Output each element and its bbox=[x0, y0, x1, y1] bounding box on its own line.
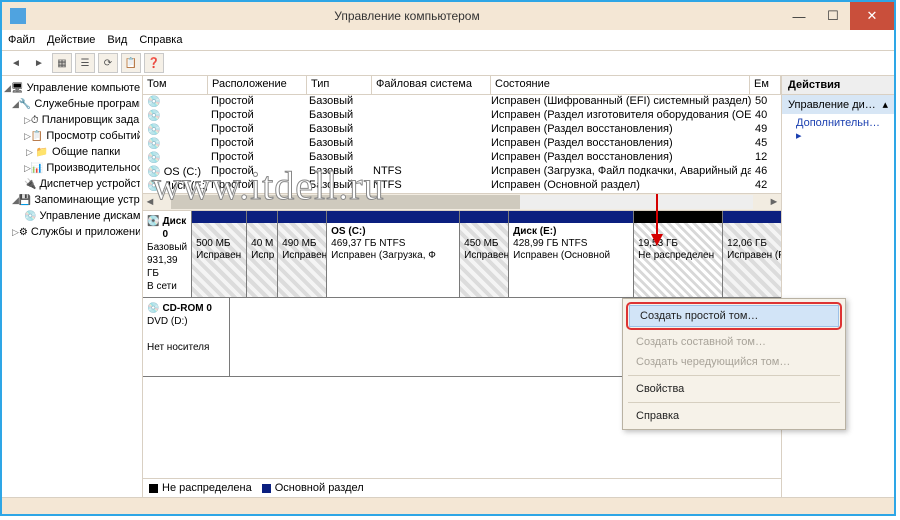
col-layout[interactable]: Расположение bbox=[208, 76, 307, 94]
tree-device-manager[interactable]: 🔌Диспетчер устройств bbox=[4, 176, 140, 192]
tree-system-tools[interactable]: ◢🔧Служебные программы bbox=[4, 96, 140, 112]
toolbar-btn-1[interactable]: ▦ bbox=[52, 53, 72, 73]
partition-disk-e[interactable]: Диск (E:)428,99 ГБ NTFSИсправен (Основно… bbox=[509, 211, 634, 297]
col-status[interactable]: Состояние bbox=[491, 76, 750, 94]
tree-storage[interactable]: ◢💾Запоминающие устройст bbox=[4, 192, 140, 208]
ctx-separator bbox=[628, 402, 840, 403]
volume-row[interactable]: 💿 ПростойБазовыйИсправен (Шифрованный (E… bbox=[143, 95, 781, 109]
actions-header: Действия bbox=[782, 76, 894, 95]
minimize-button[interactable]: — bbox=[782, 2, 816, 30]
ctx-create-striped-volume: Создать чередующийся том… bbox=[626, 352, 842, 372]
tree-services-apps[interactable]: ▷⚙Службы и приложения bbox=[4, 224, 140, 240]
ctx-create-simple-volume[interactable]: Создать простой том… bbox=[629, 305, 839, 327]
cdrom-label[interactable]: 💿CD-ROM 0 DVD (D:) Нет носителя bbox=[143, 298, 230, 376]
ctx-separator bbox=[628, 375, 840, 376]
tree-shared-folders[interactable]: ▷📁Общие папки bbox=[4, 144, 140, 160]
toolbar: ◄ ► ▦ ☰ ⟳ 📋 ❓ bbox=[2, 51, 894, 76]
expand-icon: ▴ bbox=[882, 98, 888, 111]
volume-row[interactable]: 💿 ПростойБазовыйИсправен (Раздел изготов… bbox=[143, 109, 781, 123]
legend-primary-label: Основной раздел bbox=[275, 482, 364, 494]
volume-grid-body: 💿 ПростойБазовыйИсправен (Шифрованный (E… bbox=[143, 95, 781, 193]
refresh-button[interactable]: ⟳ bbox=[98, 53, 118, 73]
window-title: Управление компьютером bbox=[32, 9, 782, 23]
col-type[interactable]: Тип bbox=[307, 76, 372, 94]
cdrom-icon: 💿 bbox=[147, 302, 159, 315]
legend-primary-swatch bbox=[262, 484, 271, 493]
ctx-create-spanned-volume: Создать составной том… bbox=[626, 332, 842, 352]
actions-pane: Действия Управление ди…▴ Дополнительн… ▸ bbox=[782, 76, 894, 497]
menubar: Файл Действие Вид Справка bbox=[2, 30, 894, 51]
volume-row[interactable]: 💿 Диск (E:)ПростойБазовыйNTFSИсправен (О… bbox=[143, 179, 781, 193]
ctx-help[interactable]: Справка bbox=[626, 406, 842, 426]
titlebar: Управление компьютером — ☐ ✕ bbox=[2, 2, 894, 30]
tree-task-scheduler[interactable]: ▷⏱Планировщик заданий bbox=[4, 112, 140, 128]
partition-unallocated[interactable]: 19,53 ГБНе распределен bbox=[634, 211, 723, 297]
legend: Не распределена Основной раздел bbox=[143, 478, 781, 497]
forward-button[interactable]: ► bbox=[29, 53, 49, 73]
nav-tree: ◢🖥Управление компьютером ( ◢🔧Служебные п… bbox=[2, 76, 143, 497]
volume-row[interactable]: 💿 ПростойБазовыйИсправен (Раздел восстан… bbox=[143, 137, 781, 151]
volume-grid-header: Том Расположение Тип Файловая система Со… bbox=[143, 76, 781, 95]
toolbar-btn-2[interactable]: ☰ bbox=[75, 53, 95, 73]
toolbar-btn-4[interactable]: ❓ bbox=[144, 53, 164, 73]
disk-icon: 💽 bbox=[147, 215, 159, 241]
volume-row[interactable]: 💿 ПростойБазовыйИсправен (Раздел восстан… bbox=[143, 151, 781, 165]
back-button[interactable]: ◄ bbox=[6, 53, 26, 73]
tree-event-viewer[interactable]: ▷📋Просмотр событий bbox=[4, 128, 140, 144]
col-fs[interactable]: Файловая система bbox=[372, 76, 491, 94]
partition-2[interactable]: 40 МИспр bbox=[247, 211, 278, 297]
statusbar bbox=[2, 497, 894, 514]
menu-view[interactable]: Вид bbox=[107, 34, 127, 46]
partition-5[interactable]: 450 МБИсправен bbox=[460, 211, 509, 297]
maximize-button[interactable]: ☐ bbox=[816, 2, 850, 30]
grid-hscrollbar[interactable]: ◄► bbox=[143, 193, 781, 210]
disk-0-row: 💽Диск 0 Базовый 931,39 ГБ В сети 500 МБИ… bbox=[143, 211, 781, 298]
actions-disk-mgmt-link[interactable]: Управление ди…▴ bbox=[782, 95, 894, 114]
tree-performance[interactable]: ▷📊Производительность bbox=[4, 160, 140, 176]
app-icon bbox=[10, 8, 26, 24]
ctx-properties[interactable]: Свойства bbox=[626, 379, 842, 399]
partition-os-c[interactable]: OS (C:)469,37 ГБ NTFSИсправен (Загрузка,… bbox=[327, 211, 460, 297]
menu-help[interactable]: Справка bbox=[139, 34, 182, 46]
tree-disk-management[interactable]: 💿Управление дисками bbox=[4, 208, 140, 224]
legend-unalloc-swatch bbox=[149, 484, 158, 493]
actions-more-link[interactable]: Дополнительн… ▸ bbox=[782, 114, 894, 145]
toolbar-btn-3[interactable]: 📋 bbox=[121, 53, 141, 73]
volume-row[interactable]: 💿 OS (C:)ПростойБазовыйNTFSИсправен (Заг… bbox=[143, 165, 781, 179]
partition-3[interactable]: 490 МБИсправен bbox=[278, 211, 327, 297]
menu-action[interactable]: Действие bbox=[47, 34, 95, 46]
volume-row[interactable]: 💿 ПростойБазовыйИсправен (Раздел восстан… bbox=[143, 123, 781, 137]
close-button[interactable]: ✕ bbox=[850, 2, 894, 30]
tree-root[interactable]: ◢🖥Управление компьютером ( bbox=[4, 80, 140, 96]
context-menu: Создать простой том… Создать составной т… bbox=[622, 298, 846, 430]
legend-unalloc-label: Не распределена bbox=[162, 482, 252, 494]
menu-file[interactable]: Файл bbox=[8, 34, 35, 46]
col-volume[interactable]: Том bbox=[143, 76, 208, 94]
col-capacity[interactable]: Ем bbox=[750, 76, 781, 94]
partition-8[interactable]: 12,06 ГБИсправен (Разд bbox=[723, 211, 781, 297]
disk-0-label[interactable]: 💽Диск 0 Базовый 931,39 ГБ В сети bbox=[143, 211, 192, 297]
partition-1[interactable]: 500 МБИсправен bbox=[192, 211, 247, 297]
